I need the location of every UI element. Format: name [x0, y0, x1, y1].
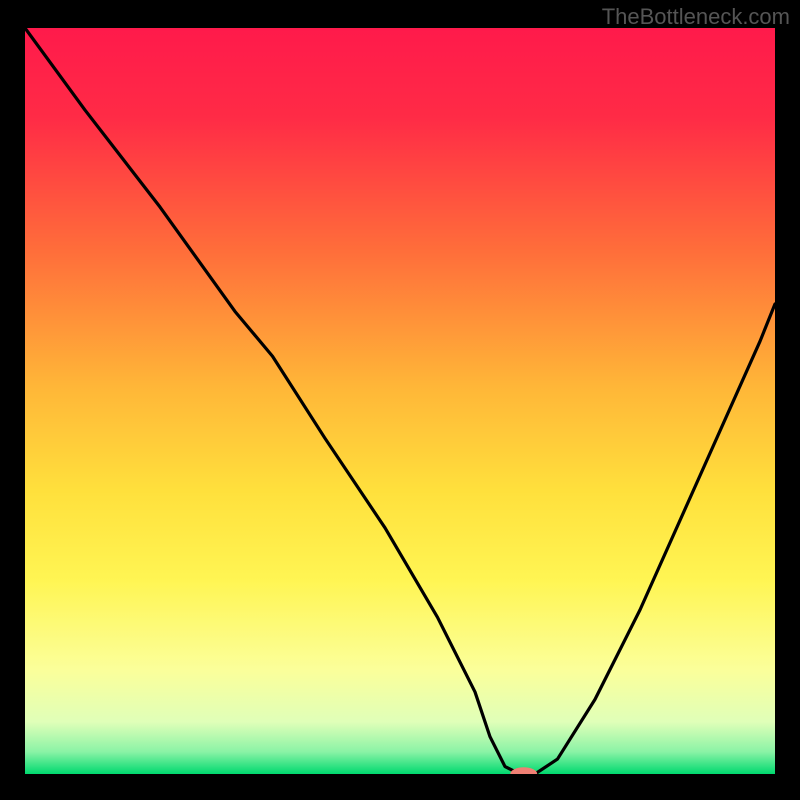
chart-svg — [25, 28, 775, 774]
gradient-background — [25, 28, 775, 774]
chart-frame: TheBottleneck.com — [0, 0, 800, 800]
watermark-text: TheBottleneck.com — [602, 4, 790, 30]
plot-area — [25, 28, 775, 774]
